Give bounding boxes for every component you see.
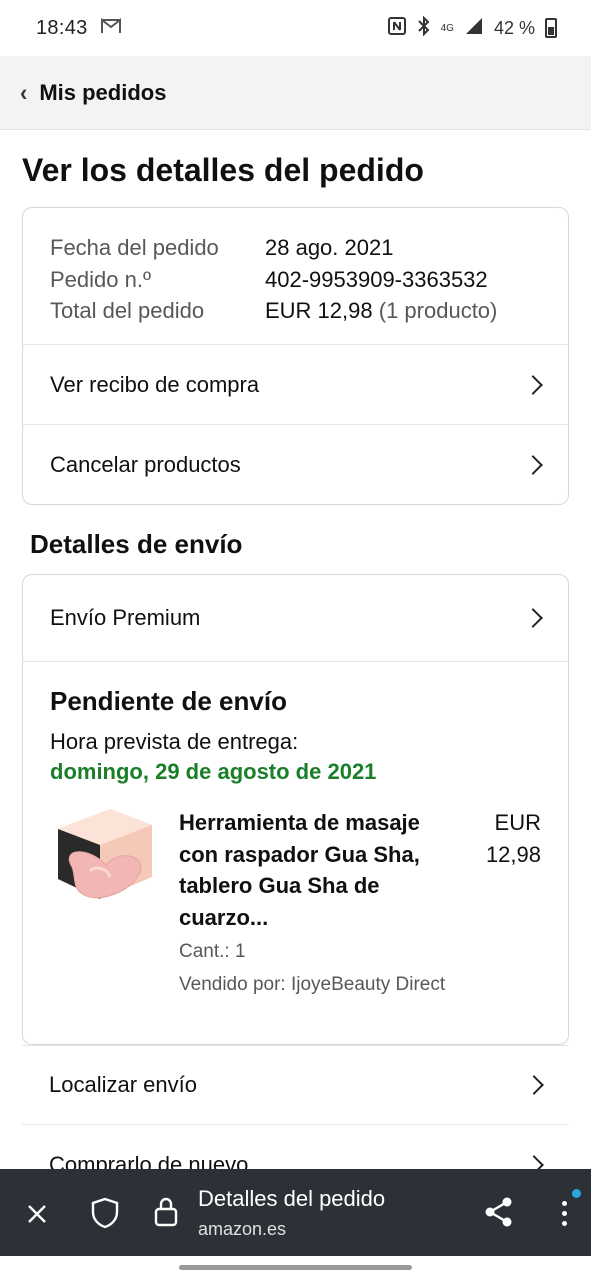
home-indicator[interactable] bbox=[179, 1265, 412, 1270]
shipment-status: Pendiente de envío bbox=[50, 686, 287, 716]
gmail-icon bbox=[100, 17, 122, 40]
lock-icon[interactable] bbox=[151, 1195, 181, 1229]
order-item[interactable]: Herramienta de masaje con raspador Gua S… bbox=[50, 807, 541, 996]
chevron-right-icon bbox=[523, 374, 543, 395]
shipping-section-title: Detalles de envío bbox=[30, 529, 243, 559]
back-link-label[interactable]: Mis pedidos bbox=[39, 80, 166, 106]
item-info: Herramienta de masaje con raspador Gua S… bbox=[179, 807, 446, 996]
order-date-value: 28 ago. 2021 bbox=[265, 235, 394, 260]
product-image[interactable] bbox=[50, 807, 154, 907]
item-quantity: Cant.: 1 bbox=[179, 941, 246, 962]
item-price: EUR 12,98 bbox=[485, 810, 541, 867]
order-total-label: Total del pedido bbox=[50, 298, 205, 323]
status-bar: 18:43 4G 42 % bbox=[0, 0, 591, 56]
signal-icon bbox=[464, 16, 484, 41]
close-icon[interactable] bbox=[22, 1199, 52, 1229]
status-time: 18:43 bbox=[36, 16, 88, 39]
eta-label: Hora prevista de entrega: bbox=[50, 729, 299, 754]
shield-icon[interactable] bbox=[89, 1196, 121, 1230]
order-date-label: Fecha del pedido bbox=[50, 235, 219, 260]
order-product-count: (1 producto) bbox=[378, 298, 498, 323]
battery-percent: 42 % bbox=[493, 17, 535, 38]
order-summary: Fecha del pedido 28 ago. 2021 Pedido n.º… bbox=[23, 208, 568, 345]
cancel-products-label[interactable]: Cancelar productos bbox=[50, 452, 241, 478]
network-label: 4G bbox=[440, 22, 454, 34]
shipment-body: Pendiente de envío Hora prevista de entr… bbox=[23, 662, 568, 996]
back-header[interactable]: ‹ Mis pedidos bbox=[0, 56, 591, 130]
order-date-row: Fecha del pedido 28 ago. 2021 bbox=[50, 232, 568, 264]
browser-toolbar: Detalles del pedido amazon.es bbox=[0, 1169, 591, 1256]
view-receipt-link[interactable]: Ver recibo de compra bbox=[23, 345, 568, 425]
battery-icon bbox=[545, 18, 557, 38]
chevron-right-icon bbox=[524, 1075, 544, 1095]
browser-url[interactable]: amazon.es bbox=[198, 1219, 286, 1240]
cancel-products-link[interactable]: Cancelar productos bbox=[23, 425, 568, 504]
bluetooth-icon bbox=[417, 15, 431, 41]
shipment-card: Envío Premium Pendiente de envío Hora pr… bbox=[22, 574, 569, 1045]
nfc-icon bbox=[387, 16, 407, 41]
order-total-value-wrap: EUR 12,98 (1 producto) bbox=[265, 295, 497, 327]
system-nav-bar bbox=[0, 1256, 591, 1280]
track-package-link[interactable]: Localizar envío bbox=[22, 1045, 569, 1125]
chevron-right-icon bbox=[523, 608, 543, 628]
track-package-label[interactable]: Localizar envío bbox=[49, 1072, 197, 1098]
eta-date: domingo, 29 de agosto de 2021 bbox=[50, 759, 377, 784]
view-receipt-label[interactable]: Ver recibo de compra bbox=[50, 372, 259, 398]
order-number-label: Pedido n.º bbox=[50, 266, 151, 292]
chevron-left-icon[interactable]: ‹ bbox=[20, 78, 27, 107]
shipping-method-link[interactable]: Envío Premium bbox=[23, 575, 568, 662]
order-total-row: Total del pedido EUR 12,98 (1 producto) bbox=[50, 295, 568, 327]
order-summary-card: Fecha del pedido 28 ago. 2021 Pedido n.º… bbox=[22, 207, 569, 505]
item-title[interactable]: Herramienta de masaje con raspador Gua S… bbox=[179, 807, 429, 933]
item-seller: Vendido por: IjoyeBeauty Direct bbox=[179, 974, 446, 995]
order-number-row: Pedido n.º 402-9953909-3363532 bbox=[50, 264, 568, 296]
browser-page-title[interactable]: Detalles del pedido bbox=[198, 1186, 385, 1212]
shipping-method-label[interactable]: Envío Premium bbox=[50, 605, 200, 631]
order-total-value: EUR 12,98 bbox=[265, 298, 373, 323]
order-number-value: 402-9953909-3363532 bbox=[265, 266, 488, 292]
chevron-right-icon bbox=[523, 455, 543, 475]
page-title: Ver los detalles del pedido bbox=[22, 152, 424, 188]
overflow-menu-icon[interactable] bbox=[556, 1195, 572, 1231]
notification-dot bbox=[572, 1189, 581, 1198]
share-icon[interactable] bbox=[482, 1195, 516, 1229]
